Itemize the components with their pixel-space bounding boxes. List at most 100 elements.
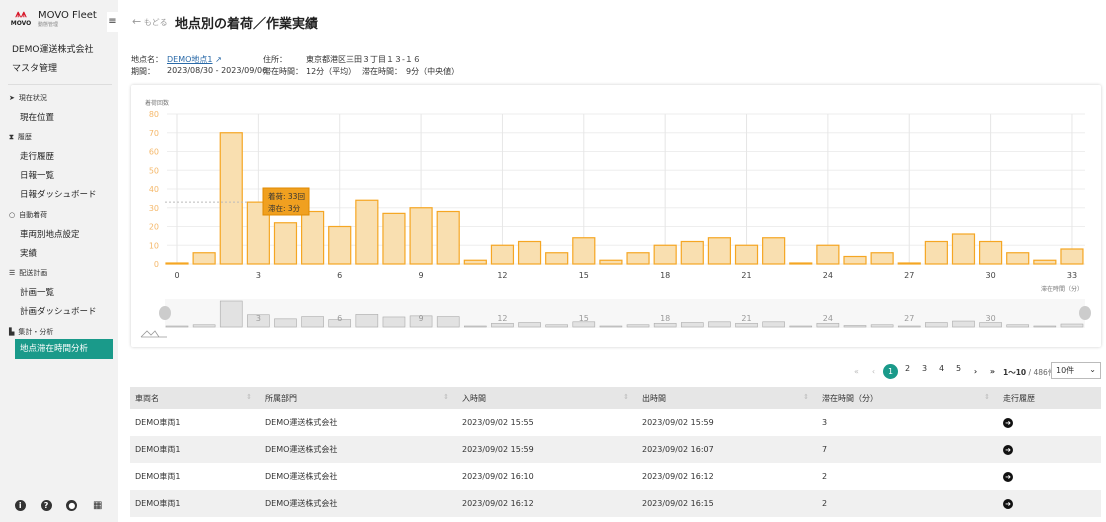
- mini-bar: [1060, 323, 1084, 328]
- y-tick-label: 30: [149, 204, 159, 213]
- y-tick-label: 50: [149, 166, 159, 175]
- mini-bar: [816, 322, 840, 328]
- y-tick-label: 40: [149, 185, 159, 194]
- mini-bar: [192, 324, 216, 328]
- mini-tick-label: 6: [337, 314, 342, 323]
- sort-icon[interactable]: ⇕: [443, 393, 449, 401]
- arrow-right-circle-icon[interactable]: ➜: [1003, 498, 1013, 509]
- company-name[interactable]: DEMO運送株式会社: [12, 42, 93, 55]
- bar: [978, 240, 1003, 265]
- table-cell: 2023/09/02 15:59: [642, 418, 714, 427]
- table-cell: DEMO車両1: [130, 490, 260, 517]
- table-cell: 2023/09/02 16:12: [457, 490, 637, 517]
- logo[interactable]: ⩚⩚ MOVO MOVO Fleet 動態管理: [8, 10, 97, 29]
- column-header[interactable]: 入時間 ⇕: [457, 387, 637, 409]
- mini-tick-label: 27: [904, 314, 914, 323]
- page-3[interactable]: 3: [916, 364, 933, 379]
- sidebar-item[interactable]: 日報ダッシュボード: [20, 188, 97, 200]
- slider-handle-left[interactable]: [159, 306, 171, 320]
- mini-bar: [491, 322, 514, 328]
- column-header[interactable]: 出時間 ⇕: [637, 387, 817, 409]
- y-tick-label: 0: [154, 260, 159, 269]
- help-icon[interactable]: ?: [40, 499, 52, 511]
- arrow-right-circle-icon[interactable]: ➜: [1003, 471, 1013, 482]
- results-table: 車両名 ⇕ 所属部門 ⇕ 入時間 ⇕ 出時間 ⇕ 滞在時間（分） ⇕ 走行履歴 DEMO車両1 DEM…: [130, 387, 1101, 517]
- mini-bar: [165, 325, 189, 328]
- bar: [816, 244, 840, 265]
- column-header[interactable]: 滞在時間（分） ⇕: [817, 387, 998, 409]
- bar: [517, 240, 542, 265]
- info-icon[interactable]: i: [14, 499, 26, 511]
- x-tick-label: 6: [337, 271, 342, 280]
- tooltip-line2: 滞在: 3分: [268, 203, 301, 213]
- table-row: DEMO車両1 DEMO運送株式会社 2023/09/02 16:10 2023/09…: [130, 463, 1101, 490]
- sort-icon[interactable]: ⇕: [984, 393, 990, 401]
- table-cell: DEMO運送株式会社: [265, 472, 338, 481]
- sidebar-item[interactable]: 日報一覧: [20, 169, 54, 181]
- y-tick-label: 20: [149, 223, 159, 232]
- mini-bar: [518, 322, 541, 328]
- next-page-icon[interactable]: ›: [967, 367, 984, 376]
- prev-page-icon[interactable]: ‹: [865, 367, 882, 376]
- mini-tick-label: 30: [986, 314, 996, 323]
- page-4[interactable]: 4: [933, 364, 950, 379]
- x-tick-label: 15: [579, 271, 589, 280]
- table-cell: 2023/09/02 15:59: [457, 436, 637, 463]
- sidebar-item[interactable]: 車両別地点設定: [20, 228, 80, 240]
- stay-avg-label: 滞在時間：: [263, 67, 303, 76]
- menu-toggle-icon[interactable]: ≡: [107, 12, 118, 32]
- mini-tick-label: 21: [741, 314, 751, 323]
- table-cell: DEMO運送株式会社: [265, 418, 338, 427]
- sort-icon[interactable]: ⇕: [246, 393, 252, 401]
- bar: [762, 237, 786, 265]
- page-count: 1〜10 / 486件: [1003, 368, 1056, 377]
- sidebar-item[interactable]: 現在位置: [20, 111, 54, 123]
- tooltip-line1: 着荷: 33回: [268, 191, 305, 201]
- bar: [951, 233, 976, 265]
- sidebar-item-master[interactable]: マスタ管理: [12, 61, 57, 74]
- mini-tick-label: 9: [419, 314, 424, 323]
- mini-bar: [708, 321, 731, 328]
- page-2[interactable]: 2: [899, 364, 916, 379]
- bar: [572, 237, 596, 265]
- column-header[interactable]: 所属部門 ⇕: [260, 387, 457, 409]
- address-label: 住所：: [263, 55, 287, 64]
- chevron-down-icon: ⌄: [1089, 365, 1096, 374]
- arrow-right-circle-icon[interactable]: ➜: [1003, 417, 1013, 428]
- external-link-icon[interactable]: ↗: [215, 55, 222, 64]
- mini-bar: [1006, 324, 1030, 328]
- apps-grid-icon[interactable]: ▦: [92, 500, 103, 511]
- mini-bar: [870, 324, 894, 328]
- mini-tick-label: 15: [579, 314, 589, 323]
- page-1[interactable]: 1: [883, 364, 898, 379]
- x-tick-label: 24: [823, 271, 833, 280]
- location-link[interactable]: DEMO地点1: [167, 55, 213, 64]
- slider-handle-right[interactable]: [1079, 306, 1091, 320]
- sort-icon[interactable]: ⇕: [803, 393, 809, 401]
- arrow-right-circle-icon[interactable]: ➜: [1003, 444, 1013, 455]
- column-header[interactable]: 走行履歴: [998, 387, 1101, 409]
- first-page-icon[interactable]: «: [848, 367, 865, 376]
- sidebar-item[interactable]: 実績: [20, 247, 37, 259]
- sidebar-item-active[interactable]: 地点滞在時間分析: [15, 339, 113, 359]
- bar: [165, 262, 189, 265]
- last-page-icon[interactable]: »: [984, 367, 1001, 376]
- sidebar-item[interactable]: 計画ダッシュボード: [20, 305, 97, 317]
- histogram-chart: 着荷回数 0 10 20 30 40 50 60 70 80 0 3 6 9 12 15 18 21 24 27 30 3…: [140, 99, 1091, 338]
- column-header[interactable]: 車両名 ⇕: [130, 387, 260, 409]
- brand-name: MOVO Fleet: [38, 10, 97, 21]
- sidebar-item[interactable]: 走行履歴: [20, 150, 54, 162]
- sort-icon[interactable]: ⇕: [623, 393, 629, 401]
- back-link[interactable]: ← もどる: [132, 15, 168, 28]
- user-icon[interactable]: ●: [66, 499, 78, 511]
- paper-plane-icon: ➤: [9, 94, 15, 102]
- brand-sub: 動態管理: [38, 22, 59, 28]
- sidebar-item[interactable]: 計画一覧: [20, 286, 54, 298]
- y-axis-label: 着荷回数: [145, 99, 169, 107]
- hourglass-icon: ⧗: [9, 133, 14, 141]
- table-cell: 2023/09/02 15:55: [462, 418, 534, 427]
- per-page-select[interactable]: 10件 ⌄: [1051, 362, 1101, 379]
- table-cell: DEMO運送株式会社: [260, 436, 457, 463]
- page-5[interactable]: 5: [950, 364, 967, 379]
- stay-median-value: 9分（中央値）: [406, 67, 460, 76]
